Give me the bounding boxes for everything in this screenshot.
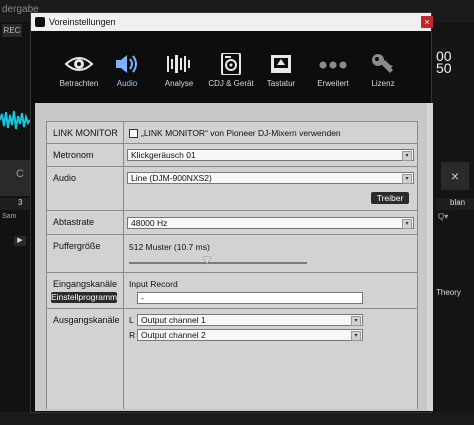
slider-thumb[interactable]	[203, 257, 212, 264]
tab-betrachten[interactable]: Betrachten	[55, 53, 103, 103]
right-deck-label: blan	[450, 198, 466, 207]
buffer-size-value: 512 Muster (10.7 ms)	[129, 242, 210, 252]
right-deck-area	[432, 22, 474, 425]
audio-settings-content: LINK MONITOR „LINK MONITOR“ von Pioneer …	[35, 103, 427, 411]
row-puffergroesse: Puffergröße 512 Muster (10.7 ms)	[47, 235, 417, 273]
eingangskanaele-label: Eingangskanäle	[53, 279, 118, 289]
row-metronom: Metronom Klickgeräusch 01 ▾	[47, 144, 417, 167]
link-monitor-checkbox-text: „LINK MONITOR“ von Pioneer DJ-Mixern ver…	[141, 128, 341, 138]
chevron-down-icon: ▾	[351, 331, 361, 341]
tab-label: Audio	[116, 79, 138, 88]
row-abtastrate: Abtastrate 48000 Hz ▾	[47, 211, 417, 235]
left-deck-header: 3	[0, 198, 30, 210]
key-icon	[372, 54, 393, 73]
tab-label: Lizenz	[371, 79, 395, 88]
chevron-down-icon: ▾	[402, 151, 412, 161]
chevron-down-icon: ▾	[402, 219, 412, 229]
ausgangskanaele-label: Ausgangskanäle	[53, 315, 120, 325]
row-ausgangskanaele: Ausgangskanäle L Output channel 1 ▾ R Ou…	[47, 309, 417, 410]
tab-label: Betrachten	[59, 79, 99, 88]
rec-button[interactable]: REC	[2, 24, 22, 37]
tab-cdj-geraet[interactable]: CDJ & Gerät	[207, 53, 255, 103]
link-monitor-checkbox[interactable]	[129, 129, 138, 138]
search-icon[interactable]: Q▾	[438, 212, 448, 221]
background-bottom-bar	[0, 412, 474, 425]
output-left-value: Output channel 1	[141, 315, 206, 325]
row-link-monitor: LINK MONITOR „LINK MONITOR“ von Pioneer …	[47, 122, 417, 144]
waveform	[0, 110, 30, 130]
content-scrollbar[interactable]	[427, 103, 433, 411]
metronom-dropdown[interactable]: Klickgeräusch 01 ▾	[127, 149, 414, 161]
slider-track	[129, 262, 307, 264]
row-eingangskanaele: Eingangskanäle Einstellprogramm Input Re…	[47, 273, 417, 309]
setup-utility-button[interactable]: Einstellprogramm	[51, 292, 117, 303]
analyse-icon	[167, 55, 190, 73]
tab-label: Erweitert	[317, 79, 349, 88]
sample-rate-value: 48000 Hz	[131, 218, 168, 228]
play-icon[interactable]: ▶	[14, 236, 26, 246]
tab-audio[interactable]: Audio	[103, 53, 151, 103]
output-right-dropdown[interactable]: Output channel 2 ▾	[137, 329, 363, 341]
output-right-label: R	[129, 330, 136, 340]
right-deck-header: blan	[436, 198, 474, 210]
chevron-down-icon: ▾	[402, 174, 412, 184]
output-right-value: Output channel 2	[141, 330, 206, 340]
output-left-dropdown[interactable]: Output channel 1 ▾	[137, 314, 363, 326]
input-record-value: -	[141, 293, 144, 303]
app-icon	[35, 17, 45, 27]
tab-erweitert[interactable]: Erweitert	[309, 53, 357, 103]
eye-icon	[64, 57, 94, 71]
link-monitor-label: LINK MONITOR	[53, 128, 118, 138]
tab-label: CDJ & Gerät	[208, 79, 254, 88]
driver-button[interactable]: Treiber	[371, 192, 409, 204]
metronom-value: Klickgeräusch 01	[131, 150, 196, 160]
close-button[interactable]: ×	[421, 16, 433, 28]
left-deck-number: 3	[18, 198, 23, 207]
cue-button[interactable]: C	[16, 168, 24, 180]
preferences-dialog: Voreinstellungen × Betrachten Audio Anal…	[30, 12, 433, 413]
cdj-device-icon	[221, 53, 241, 75]
right-theory-label: Theory	[436, 288, 461, 297]
tab-analyse[interactable]: Analyse	[155, 53, 203, 103]
dialog-titlebar: Voreinstellungen ×	[31, 13, 433, 31]
tab-tastatur[interactable]: Tastatur	[257, 53, 305, 103]
dots-icon	[319, 61, 347, 69]
output-left-label: L	[129, 315, 134, 325]
row-audio: Audio Line (DJM-900NXS2) ▾ Treiber	[47, 167, 417, 211]
abtastrate-label: Abtastrate	[53, 217, 95, 227]
left-sampler-label: Sam	[2, 213, 17, 220]
puffergroesse-label: Puffergröße	[53, 241, 101, 251]
input-record-field[interactable]: -	[137, 292, 363, 304]
audio-device-dropdown[interactable]: Line (DJM-900NXS2) ▾	[127, 172, 414, 184]
preferences-tab-bar: Betrachten Audio Analyse CDJ & Gerät Tas…	[31, 31, 431, 103]
input-record-label: Input Record	[129, 279, 178, 289]
audio-device-value: Line (DJM-900NXS2)	[131, 173, 212, 183]
right-time-digits-2: 50	[436, 60, 452, 76]
keyboard-icon	[271, 55, 291, 73]
left-deck-control	[0, 160, 30, 196]
tab-lizenz[interactable]: Lizenz	[359, 53, 407, 103]
audio-label: Audio	[53, 173, 77, 183]
audio-settings-panel: LINK MONITOR „LINK MONITOR“ von Pioneer …	[46, 121, 418, 409]
buffer-size-slider[interactable]	[129, 257, 307, 267]
sample-rate-dropdown[interactable]: 48000 Hz ▾	[127, 217, 414, 229]
chevron-down-icon: ▾	[351, 316, 361, 326]
metronom-label: Metronom	[53, 150, 94, 160]
tab-label: Analyse	[164, 79, 194, 88]
speaker-icon	[116, 55, 137, 73]
dialog-title: Voreinstellungen	[49, 17, 116, 27]
tab-label: Tastatur	[266, 79, 296, 88]
right-close-icon[interactable]: ×	[441, 162, 469, 190]
